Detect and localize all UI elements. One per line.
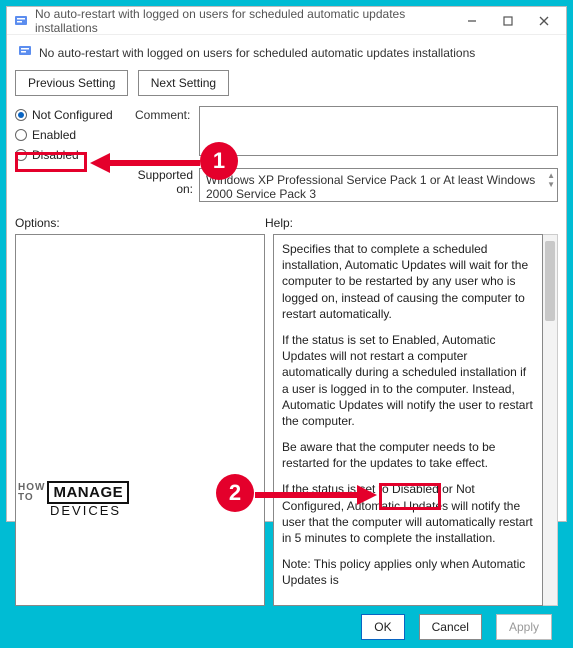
nav-row: Previous Setting Next Setting: [15, 68, 558, 106]
previous-setting-button[interactable]: Previous Setting: [15, 70, 128, 96]
content-area: No auto-restart with logged on users for…: [7, 35, 566, 648]
radio-icon: [15, 129, 27, 141]
titlebar: No auto-restart with logged on users for…: [7, 7, 566, 35]
apply-button[interactable]: Apply: [496, 614, 552, 640]
radio-label: Not Configured: [32, 108, 113, 122]
help-text: Note: This policy applies only when Auto…: [282, 556, 534, 588]
close-button[interactable]: [526, 9, 562, 33]
policy-icon: [17, 43, 33, 62]
radio-disabled[interactable]: Disabled: [15, 148, 135, 162]
help-text: Be aware that the computer needs to be r…: [282, 439, 534, 471]
gpedit-policy-window: No auto-restart with logged on users for…: [6, 6, 567, 522]
scroll-arrows-icon[interactable]: ▲▼: [547, 171, 555, 189]
radio-label: Enabled: [32, 128, 76, 142]
help-label: Help:: [265, 216, 293, 230]
policy-name: No auto-restart with logged on users for…: [39, 46, 475, 60]
help-panel: Specifies that to complete a scheduled i…: [273, 234, 543, 606]
supported-label: Supported on:: [135, 168, 199, 196]
window-title: No auto-restart with logged on users for…: [35, 7, 454, 35]
radio-enabled[interactable]: Enabled: [15, 128, 135, 142]
radio-icon: [15, 149, 27, 161]
options-panel: [15, 234, 265, 606]
policy-subheader: No auto-restart with logged on users for…: [15, 39, 558, 68]
scrollbar-thumb[interactable]: [545, 241, 555, 321]
help-text: If the status is set to Disabled or Not …: [282, 481, 534, 546]
help-text: If the status is set to Enabled, Automat…: [282, 332, 534, 429]
radio-not-configured[interactable]: Not Configured: [15, 108, 135, 122]
dialog-footer: OK Cancel Apply: [15, 606, 558, 640]
radio-label: Disabled: [32, 148, 79, 162]
supported-textbox: Windows XP Professional Service Pack 1 o…: [199, 168, 558, 202]
minimize-button[interactable]: [454, 9, 490, 33]
state-radiogroup: Not Configured Enabled Disabled: [15, 106, 135, 162]
comment-textbox[interactable]: [199, 106, 558, 156]
next-setting-button[interactable]: Next Setting: [138, 70, 229, 96]
cancel-button[interactable]: Cancel: [419, 614, 482, 640]
comment-label: Comment:: [135, 106, 199, 122]
supported-text: Windows XP Professional Service Pack 1 o…: [206, 173, 535, 201]
options-label: Options:: [15, 216, 265, 230]
help-text: Specifies that to complete a scheduled i…: [282, 241, 534, 322]
policy-icon: [13, 13, 29, 29]
radio-icon: [15, 109, 27, 121]
ok-button[interactable]: OK: [361, 614, 404, 640]
help-scrollbar[interactable]: [543, 234, 558, 606]
maximize-button[interactable]: [490, 9, 526, 33]
